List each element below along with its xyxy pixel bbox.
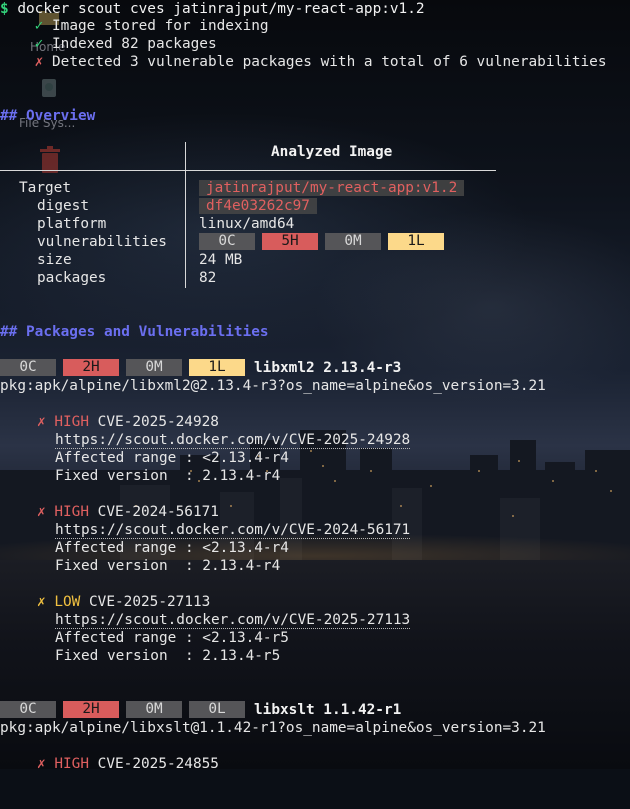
cross-icon: ✗ xyxy=(34,54,44,70)
package-purl: pkg:apk/alpine/libxslt@1.1.42-r1?os_name… xyxy=(0,720,546,736)
low-count-badge: 1L xyxy=(388,233,444,250)
status-line: ✗ Detected 3 vulnerable packages with a … xyxy=(0,53,607,71)
low-count-badge: 1L xyxy=(189,359,245,376)
command-line: $ docker scout cves jatinrajput/my-react… xyxy=(0,0,425,18)
digest-value: df4e03262c97 xyxy=(199,197,317,215)
fixed-version: Fixed version : 2.13.4-r5 xyxy=(55,648,281,664)
severity-label: HIGH xyxy=(54,414,89,430)
package-badges: 0C 2H 0M 1L xyxy=(0,359,250,377)
affected-range: Affected range : <2.13.4-r4 xyxy=(55,450,289,466)
medium-count-badge: 0M xyxy=(325,233,381,250)
cve-id: CVE-2024-56171 xyxy=(97,504,219,520)
cve-header: ✗ HIGH CVE-2024-56171 xyxy=(37,503,219,521)
high-count-badge: 2H xyxy=(63,359,119,376)
high-count-badge: 2H xyxy=(63,701,119,718)
overview-heading: ## Overview xyxy=(0,108,96,124)
package-purl: pkg:apk/alpine/libxml2@2.13.4-r3?os_name… xyxy=(0,378,546,394)
critical-count-badge: 0C xyxy=(0,359,56,376)
cross-icon: ✗ xyxy=(37,504,46,520)
cve-header: ✗ HIGH CVE-2025-24928 xyxy=(37,413,219,431)
cve-link[interactable]: https://scout.docker.com/v/CVE-2025-2711… xyxy=(55,611,411,629)
cve-link[interactable]: https://scout.docker.com/v/CVE-2025-2492… xyxy=(55,431,411,449)
cve-id: CVE-2025-24928 xyxy=(97,414,219,430)
vulnerability-badges: 0C 5H 0M 1L xyxy=(199,233,459,251)
target-value: jatinrajput/my-react-app:v1.2 xyxy=(199,179,465,197)
filesystem-icon[interactable] xyxy=(40,78,58,98)
cross-icon: ✗ xyxy=(37,594,46,610)
row-label-vulnerabilities: vulnerabilities xyxy=(37,234,167,250)
affected-range: Affected range : <2.13.4-r4 xyxy=(55,540,289,556)
row-label-packages: packages xyxy=(37,270,107,286)
low-count-badge: 0L xyxy=(189,701,245,718)
fixed-version: Fixed version : 2.13.4-r4 xyxy=(55,468,281,484)
package-name: libxml2 2.13.4-r3 xyxy=(254,360,402,376)
packages-heading: ## Packages and Vulnerabilities xyxy=(0,324,269,340)
platform-value: linux/amd64 xyxy=(199,216,295,232)
column-header: Analyzed Image xyxy=(271,144,393,160)
size-value: 24 MB xyxy=(199,252,243,268)
medium-count-badge: 0M xyxy=(126,701,182,718)
row-label-platform: platform xyxy=(37,216,107,232)
package-name: libxslt 1.1.42-r1 xyxy=(254,702,402,718)
status-text: Image stored for indexing xyxy=(52,18,269,34)
cve-id: CVE-2025-24855 xyxy=(97,756,219,772)
status-line: ✓ Image stored for indexing xyxy=(0,17,269,35)
check-icon: ✓ xyxy=(34,36,44,52)
cve-link[interactable]: https://scout.docker.com/v/CVE-2024-5617… xyxy=(55,521,411,539)
check-icon: ✓ xyxy=(34,18,44,34)
row-label-digest: digest xyxy=(37,198,89,214)
status-text: Detected 3 vulnerable packages with a to… xyxy=(52,54,607,70)
cve-header: ✗ LOW CVE-2025-27113 xyxy=(37,593,210,611)
package-badges: 0C 2H 0M 0L xyxy=(0,701,250,719)
table-divider xyxy=(0,170,496,171)
packages-value: 82 xyxy=(199,270,217,286)
row-label-size: size xyxy=(37,252,72,268)
medium-count-badge: 0M xyxy=(126,359,182,376)
cross-icon: ✗ xyxy=(37,756,46,772)
status-line: ✓ Indexed 82 packages xyxy=(0,35,217,53)
command-text: docker scout cves jatinrajput/my-react-a… xyxy=(17,1,425,17)
fixed-version: Fixed version : 2.13.4-r4 xyxy=(55,558,281,574)
cve-id: CVE-2025-27113 xyxy=(89,594,211,610)
cross-icon: ✗ xyxy=(37,414,46,430)
status-text: Indexed 82 packages xyxy=(52,36,217,52)
row-label-target: Target xyxy=(19,180,71,196)
severity-label: HIGH xyxy=(54,504,89,520)
critical-count-badge: 0C xyxy=(0,701,56,718)
prompt-symbol: $ xyxy=(0,1,9,17)
table-divider xyxy=(185,142,186,288)
high-count-badge: 5H xyxy=(262,233,318,250)
affected-range: Affected range : <2.13.4-r5 xyxy=(55,630,289,646)
cve-header: ✗ HIGH CVE-2025-24855 xyxy=(37,755,219,773)
severity-label: HIGH xyxy=(54,756,89,772)
critical-count-badge: 0C xyxy=(199,233,255,250)
severity-label: LOW xyxy=(54,594,81,610)
